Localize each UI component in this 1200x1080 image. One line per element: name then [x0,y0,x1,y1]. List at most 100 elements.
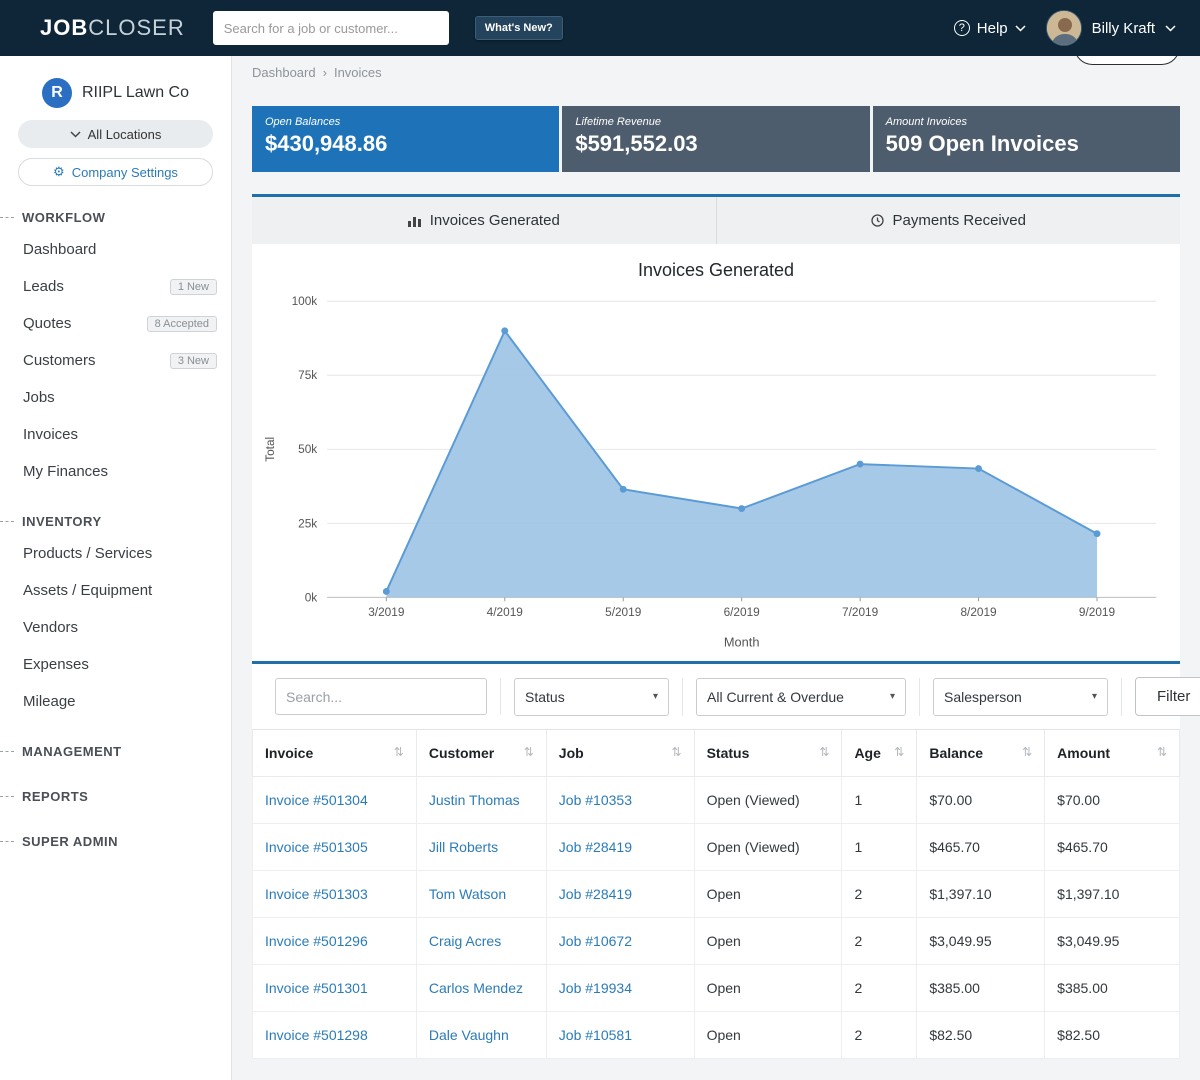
sidebar-item[interactable]: Mileage [0,683,231,720]
stat-label: Lifetime Revenue [575,116,856,128]
tab-payments-received[interactable]: Payments Received [716,197,1181,244]
invoice-link[interactable]: Invoice #501301 [265,980,368,996]
sort-icon[interactable]: ⇅ [394,745,404,759]
balance-cell: $385.00 [917,965,1045,1012]
column-header-label: Invoice [265,745,313,761]
sort-icon[interactable]: ⇅ [672,745,682,759]
chart-panel: Invoices Generated 0k25k50k75k100k3/2019… [252,244,1180,661]
sort-icon[interactable]: ⇅ [1157,745,1167,759]
column-header[interactable]: Invoice ⇅ [253,730,417,777]
current-overdue-select[interactable]: All Current & Overdue ▾ [696,678,906,716]
invoices-generated-chart[interactable]: 0k25k50k75k100k3/20194/20195/20196/20197… [258,287,1174,659]
sidebar-item-label: Invoices [23,426,78,443]
section-header-reports[interactable]: REPORTS [0,783,231,810]
section-header-management[interactable]: MANAGEMENT [0,738,231,765]
column-header[interactable]: Status ⇅ [694,730,842,777]
job-link[interactable]: Job #28419 [559,886,632,902]
table-row: Invoice #501305 Jill Roberts Job #28419 … [253,824,1180,871]
sidebar-item[interactable]: Quotes 8 Accepted [0,305,231,342]
amount-cell: $82.50 [1045,1012,1180,1059]
column-header[interactable]: Age ⇅ [842,730,917,777]
customer-link[interactable]: Justin Thomas [429,792,520,808]
amount-cell: $465.70 [1045,824,1180,871]
salesperson-select[interactable]: Salesperson ▾ [933,678,1108,716]
caret-down-icon: ▾ [890,691,895,702]
invoice-link[interactable]: Invoice #501304 [265,792,368,808]
sidebar-item[interactable]: My Finances [0,453,231,490]
age-cell: 2 [842,1012,917,1059]
job-link[interactable]: Job #10581 [559,1027,632,1043]
svg-text:25k: 25k [298,516,317,530]
sidebar-item-label: Dashboard [23,241,96,258]
customer-link[interactable]: Carlos Mendez [429,980,523,996]
stat-card-amount-invoices: Amount Invoices 509 Open Invoices [873,106,1180,172]
invoice-link[interactable]: Invoice #501305 [265,839,368,855]
column-header-label: Customer [429,745,494,761]
caret-down-icon: ▾ [1092,691,1097,702]
tab-invoices-generated[interactable]: Invoices Generated [252,197,716,244]
sidebar-item-badge: 8 Accepted [147,316,217,332]
chevron-down-icon [70,131,81,138]
sidebar-item[interactable]: Invoices [0,416,231,453]
balance-cell: $1,397.10 [917,871,1045,918]
job-link[interactable]: Job #28419 [559,839,632,855]
sidebar-item[interactable]: Dashboard [0,231,231,268]
customer-link[interactable]: Tom Watson [429,886,506,902]
help-menu[interactable]: ? Help [954,20,1026,37]
invoice-link[interactable]: Invoice #501298 [265,1027,368,1043]
sidebar-item[interactable]: Products / Services [0,535,231,572]
balance-cell: $465.70 [917,824,1045,871]
customer-link[interactable]: Craig Acres [429,933,501,949]
filter-button[interactable]: Filter [1135,677,1200,716]
sort-icon[interactable]: ⇅ [524,745,534,759]
customer-link[interactable]: Jill Roberts [429,839,498,855]
global-search-input[interactable] [213,11,449,45]
job-link[interactable]: Job #10353 [559,792,632,808]
invoice-link[interactable]: Invoice #501303 [265,886,368,902]
column-header-label: Amount [1057,745,1110,761]
invoice-link[interactable]: Invoice #501296 [265,933,368,949]
company-switcher[interactable]: R RIIPL Lawn Co [0,72,231,120]
tab-label: Invoices Generated [430,212,560,229]
help-label: Help [977,20,1008,37]
status-select[interactable]: Status ▾ [514,678,669,716]
breadcrumb-dashboard[interactable]: Dashboard [252,65,316,80]
sidebar-item[interactable]: Vendors [0,609,231,646]
job-link[interactable]: Job #10672 [559,933,632,949]
sidebar-item[interactable]: Leads 1 New [0,268,231,305]
stat-value: 509 Open Invoices [886,131,1167,157]
svg-text:50k: 50k [298,442,317,456]
sort-icon[interactable]: ⇅ [1022,745,1032,759]
svg-text:0k: 0k [305,590,318,604]
help-icon: ? [954,20,970,36]
age-cell: 1 [842,824,917,871]
company-settings-button[interactable]: ⚙ Company Settings [18,158,213,186]
filter-bar: Status ▾ All Current & Overdue ▾ Salespe… [252,664,1180,729]
sidebar: R RIIPL Lawn Co All Locations ⚙ Company … [0,56,232,1080]
whats-new-button[interactable]: What's New? [475,16,563,40]
column-header-label: Age [854,745,880,761]
table-search-input[interactable] [275,678,487,715]
user-menu[interactable]: Billy Kraft [1046,10,1176,46]
sidebar-item[interactable]: Jobs [0,379,231,416]
amount-cell: $1,397.10 [1045,871,1180,918]
company-name: RIIPL Lawn Co [82,84,189,102]
sort-icon[interactable]: ⇅ [894,745,904,759]
svg-text:6/2019: 6/2019 [724,605,761,619]
customer-link[interactable]: Dale Vaughn [429,1027,509,1043]
column-header[interactable]: Customer ⇅ [416,730,546,777]
caret-down-icon: ▾ [653,691,658,702]
company-settings-label: Company Settings [72,165,178,180]
sidebar-item[interactable]: Customers 3 New [0,342,231,379]
sort-icon[interactable]: ⇅ [819,745,829,759]
sidebar-item-label: Assets / Equipment [23,582,152,599]
column-header[interactable]: Balance ⇅ [917,730,1045,777]
locations-dropdown[interactable]: All Locations [18,120,213,148]
column-header[interactable]: Amount ⇅ [1045,730,1180,777]
sidebar-item[interactable]: Assets / Equipment [0,572,231,609]
job-link[interactable]: Job #19934 [559,980,632,996]
column-header[interactable]: Job ⇅ [546,730,694,777]
sidebar-item[interactable]: Expenses [0,646,231,683]
section-header-super-admin[interactable]: SUPER ADMIN [0,828,231,855]
top-navbar: JOBCLOSER What's New? ? Help Billy Kraft [0,0,1200,56]
